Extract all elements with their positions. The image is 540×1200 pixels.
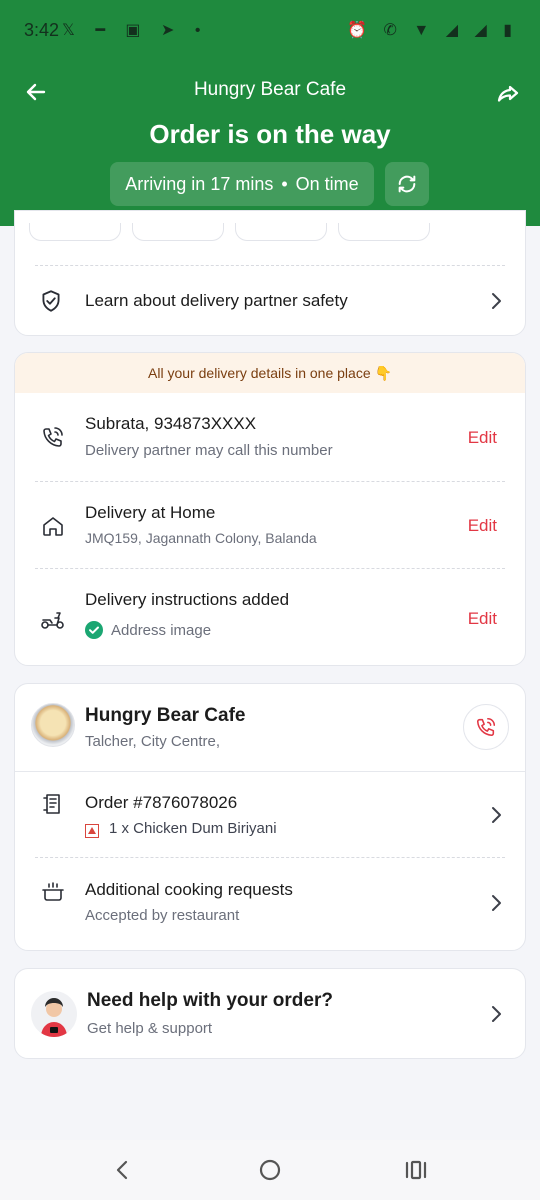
instructions-title: Delivery instructions added <box>85 590 290 609</box>
address-subtitle: JMQ159, Jagannath Colony, Balanda <box>85 530 317 546</box>
system-nav-bar <box>0 1140 540 1200</box>
divider <box>35 481 505 482</box>
home-icon <box>39 512 67 540</box>
order-number[interactable]: Order #7876078026 <box>85 793 237 813</box>
contact-subtitle: Delivery partner may call this number <box>85 442 333 459</box>
divider <box>35 265 505 266</box>
cooking-pot-icon <box>39 878 67 906</box>
chevron-right-icon[interactable] <box>487 292 505 310</box>
safety-link[interactable]: Learn about delivery partner safety <box>85 291 348 311</box>
cooking-requests-subtitle: Accepted by restaurant <box>85 907 240 924</box>
action-chip[interactable] <box>338 223 430 241</box>
nav-recents-button[interactable] <box>402 1156 430 1184</box>
phone-ring-icon <box>476 717 496 737</box>
help-subtitle: Get help & support <box>87 1020 213 1037</box>
nav-back-button[interactable] <box>108 1156 136 1184</box>
receipt-icon <box>39 790 67 818</box>
nav-recents-icon <box>405 1160 427 1180</box>
edit-contact-button[interactable]: Edit <box>468 428 497 448</box>
system-status-icons: ⏰ ✆ ▼ ◢ ◢ ▮ <box>347 22 518 39</box>
divider <box>35 568 505 569</box>
status-bar: 3:42 𝕏 ━ ▣ ➤ • ⏰ ✆ ▼ ◢ ◢ ▮ <box>0 0 540 62</box>
restaurant-location: Talcher, City Centre, <box>85 733 221 750</box>
delivery-details-card: All your delivery details in one place 👇… <box>14 352 526 666</box>
order-status-heading: Order is on the way <box>149 119 391 149</box>
restaurant-order-card: Hungry Bear Cafe Talcher, City Centre, O… <box>14 683 526 951</box>
support-agent-avatar <box>31 991 77 1037</box>
help-card[interactable]: Need help with your order? Get help & su… <box>14 968 526 1059</box>
help-title: Need help with your order? <box>87 990 333 1011</box>
eta-pill: Arriving in 17 mins • On time <box>110 162 374 206</box>
partner-actions-card: Learn about delivery partner safety <box>14 210 526 336</box>
contact-title: Subrata, 934873XXXX <box>85 414 257 433</box>
instructions-subtitle: Address image <box>111 621 212 639</box>
order-item: 1 x Chicken Dum Biriyani <box>109 820 277 837</box>
eta-separator: • <box>281 173 288 194</box>
timeliness-text: On time <box>295 173 359 194</box>
refresh-button[interactable] <box>385 162 429 206</box>
non-veg-icon <box>85 823 99 838</box>
details-banner: All your delivery details in one place 👇 <box>15 353 525 393</box>
share-button[interactable] <box>492 78 524 110</box>
order-item-line: 1 x Chicken Dum Biriyani <box>85 820 277 838</box>
eta-text: Arriving in 17 mins <box>125 173 274 194</box>
chevron-right-icon[interactable] <box>487 894 505 912</box>
refresh-icon <box>398 175 416 193</box>
restaurant-title: Hungry Bear Cafe <box>193 79 347 100</box>
restaurant-name: Hungry Bear Cafe <box>85 705 246 726</box>
call-restaurant-button[interactable] <box>463 704 509 750</box>
address-title: Delivery at Home <box>85 503 216 522</box>
nav-home-icon <box>259 1159 281 1181</box>
share-icon <box>497 85 519 102</box>
nav-home-button[interactable] <box>256 1156 284 1184</box>
order-header: 3:42 𝕏 ━ ▣ ➤ • ⏰ ✆ ▼ ◢ ◢ ▮ Hungry Bear C… <box>0 0 540 226</box>
edit-instructions-button[interactable]: Edit <box>468 609 497 629</box>
status-time: 3:42 <box>24 20 60 40</box>
phone-icon <box>39 423 67 451</box>
shield-check-icon <box>37 287 65 315</box>
chevron-right-icon[interactable] <box>487 806 505 824</box>
edit-address-button[interactable]: Edit <box>468 516 497 536</box>
restaurant-thumbnail <box>31 703 75 747</box>
nav-back-icon <box>116 1160 128 1180</box>
divider <box>35 857 505 858</box>
chevron-right-icon[interactable] <box>487 1005 505 1023</box>
instructions-status: Address image <box>85 621 211 639</box>
check-circle-icon <box>85 621 103 639</box>
divider <box>15 771 525 772</box>
scooter-icon <box>39 605 67 633</box>
action-chip[interactable] <box>29 223 121 241</box>
action-chip[interactable] <box>132 223 224 241</box>
action-chip[interactable] <box>235 223 327 241</box>
cooking-requests-title[interactable]: Additional cooking requests <box>85 880 293 900</box>
notification-icons: 𝕏 ━ ▣ ➤ • <box>62 22 209 39</box>
